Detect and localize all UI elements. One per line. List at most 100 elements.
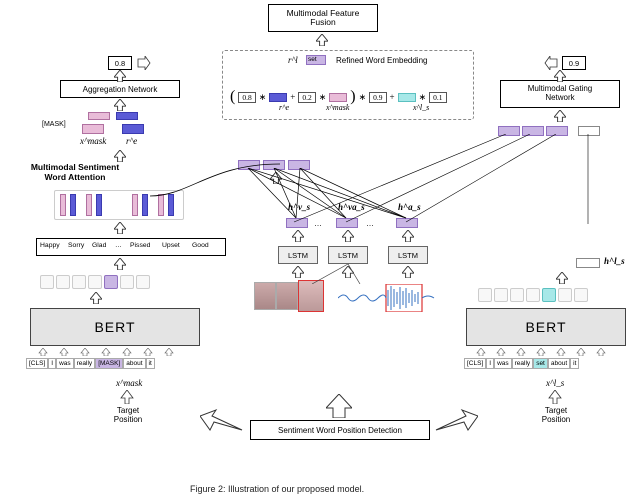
attention-label: Multimodal Sentiment Word Attention <box>20 162 130 182</box>
arrow-up-icon <box>476 348 486 356</box>
arrow-up-icon <box>576 348 586 356</box>
lstm-label: LSTM <box>398 251 418 260</box>
embed-slot <box>88 275 102 289</box>
token-target: set <box>533 358 548 369</box>
arrow-up-icon <box>164 348 174 356</box>
refined-label: Refined Word Embedding <box>336 56 427 65</box>
att-bar <box>132 194 138 216</box>
arrow-up-icon <box>38 348 48 356</box>
att-bar <box>86 194 92 216</box>
embed-slot <box>136 275 150 289</box>
arrow-to-score <box>114 70 126 82</box>
att-bar <box>96 194 102 216</box>
att-bar <box>60 194 66 216</box>
sw-5: Upset <box>162 242 180 249</box>
hl-bar <box>576 258 600 268</box>
audio-wave <box>338 284 438 312</box>
arrow-up-icon <box>122 348 132 356</box>
arrow-to-attention <box>114 222 126 234</box>
embed-slot <box>56 275 70 289</box>
weight-4: 0.1 <box>429 92 446 103</box>
xls-under: x^l_s <box>546 378 564 388</box>
video-frame-selected <box>298 280 324 312</box>
arrow-to-embed-left <box>90 292 102 304</box>
arrow-left-icon <box>544 56 558 70</box>
gating-network-box: Multimodal Gating Network <box>500 80 620 108</box>
aggregation-network-box: Aggregation Network <box>60 80 180 98</box>
sw-0: Happy <box>40 242 60 249</box>
xmask-bar <box>329 93 347 102</box>
token: about <box>123 358 145 369</box>
arrow-up-icon <box>556 272 568 284</box>
left-score-box: 0.8 <box>108 56 132 70</box>
weight-2: 0.2 <box>298 92 315 103</box>
right-embed-row <box>478 288 588 302</box>
token: [CLS] <box>464 358 486 369</box>
figure-caption: Figure 2: Illustration of our proposed m… <box>190 484 364 494</box>
mask-top-bar-1 <box>88 112 110 120</box>
sw-3: … <box>115 242 122 249</box>
token: about <box>548 358 570 369</box>
va-connect <box>312 264 362 284</box>
token: I <box>48 358 56 369</box>
arrow-to-maskrow <box>114 150 126 162</box>
video-frame <box>276 282 298 310</box>
right-token-row: [CLS] I was really set about it <box>464 358 579 369</box>
arrow-up-icon <box>342 230 354 242</box>
arrow-up-icon <box>516 348 526 356</box>
arrow-up-icon <box>292 266 304 278</box>
re-bar <box>269 93 287 102</box>
sw-6: Good <box>192 242 209 249</box>
arrow-to-agg <box>114 99 126 111</box>
video-frame <box>254 282 276 310</box>
arrow-right-icon <box>137 56 151 70</box>
refined-set-word: set <box>308 56 317 63</box>
att-bar <box>142 194 148 216</box>
lstm-2: LSTM <box>328 246 368 264</box>
lstm-3: LSTM <box>388 246 428 264</box>
arrow-up-icon <box>596 348 606 356</box>
xmask-under: x^mask <box>116 378 142 388</box>
right-target-pos: Target Position <box>536 406 576 424</box>
sw-1: Sorry <box>68 242 84 249</box>
formula-xmask-label: x^mask <box>326 103 349 112</box>
arrow-up-icon <box>292 230 304 242</box>
lstm-1: LSTM <box>278 246 318 264</box>
bert-right-label: BERT <box>525 319 566 335</box>
curve-left-to-mid <box>150 160 280 208</box>
weight-3: 0.9 <box>369 92 386 103</box>
fusion-label: Multimodal Feature Fusion <box>287 9 360 28</box>
left-embed-row <box>40 275 150 289</box>
xmask-symbol: x^mask <box>80 136 106 146</box>
bert-left-label: BERT <box>94 319 135 335</box>
token: I <box>486 358 494 369</box>
formula-xls-label: x^l_s <box>413 103 429 112</box>
gating-label: Multimodal Gating Network <box>528 85 592 103</box>
gate-cross-lines <box>282 134 612 224</box>
detector-label: Sentiment Word Position Detection <box>278 426 402 435</box>
att-bar <box>70 194 76 216</box>
aggregation-label: Aggregation Network <box>83 85 158 94</box>
arrow-bigright-icon <box>434 408 478 438</box>
left-score-value: 0.8 <box>115 59 125 68</box>
token: was <box>56 358 74 369</box>
embed-slot <box>40 275 54 289</box>
embed-slot <box>510 288 524 302</box>
lstm-label: LSTM <box>288 251 308 260</box>
sw-4: Pissed <box>130 242 150 249</box>
token: really <box>74 358 96 369</box>
arrow-up-icon <box>120 390 134 404</box>
token: really <box>512 358 534 369</box>
arrow-up-icon <box>143 348 153 356</box>
arrow-up-icon <box>101 348 111 356</box>
embed-slot <box>478 288 492 302</box>
right-score-box: 0.9 <box>562 56 586 70</box>
embed-slot <box>120 275 134 289</box>
arrow-up-icon <box>554 70 566 82</box>
arrow-row <box>38 348 174 356</box>
arrow-into-fusion-center <box>316 34 328 46</box>
lstm-label: LSTM <box>338 251 358 260</box>
token: was <box>494 358 512 369</box>
fusion-box: Multimodal Feature Fusion <box>268 4 378 32</box>
token: it <box>146 358 155 369</box>
